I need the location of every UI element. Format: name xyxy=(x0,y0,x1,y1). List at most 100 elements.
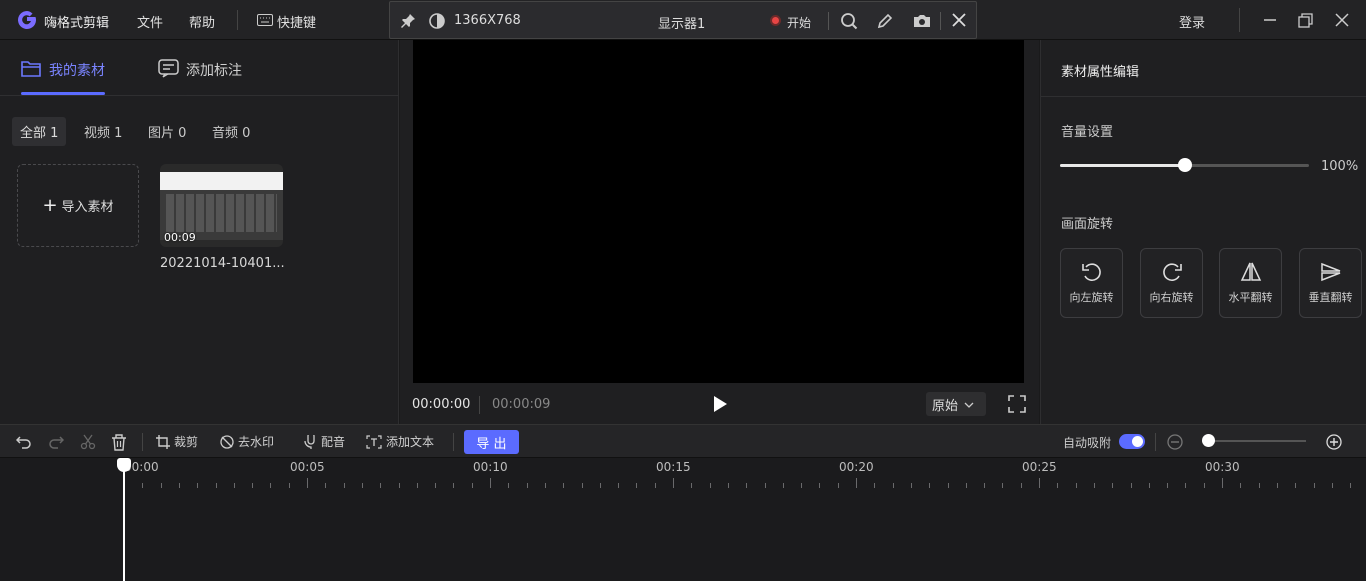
ruler-tick xyxy=(361,483,363,488)
divider xyxy=(142,433,143,451)
camera-icon[interactable] xyxy=(913,12,931,30)
time-ruler[interactable]: 00:00 00:05 00:10 00:15 00:20 00:25 00:30 xyxy=(0,458,1366,492)
redo-icon[interactable] xyxy=(47,433,65,451)
contrast-icon[interactable] xyxy=(428,12,446,30)
properties-title: 素材属性编辑 xyxy=(1061,65,1140,80)
ruler-tick xyxy=(929,483,931,488)
crop-button[interactable]: 裁剪 xyxy=(156,433,198,450)
ruler-tick xyxy=(618,483,620,488)
microphone-icon xyxy=(304,434,315,449)
remove-watermark-button[interactable]: 去水印 xyxy=(220,433,274,450)
resolution-label: 1366X768 xyxy=(454,13,521,28)
ruler-tick xyxy=(1075,483,1077,488)
import-media-button[interactable]: + 导入素材 xyxy=(17,164,139,247)
close-icon[interactable] xyxy=(1334,12,1350,28)
playhead-line[interactable] xyxy=(123,458,125,581)
maximize-icon[interactable] xyxy=(1297,12,1313,28)
flip-vertical-button[interactable]: 垂直翻转 xyxy=(1299,248,1362,318)
rotate-right-button[interactable]: 向右旋转 xyxy=(1140,248,1203,318)
pen-icon[interactable] xyxy=(876,12,894,30)
filter-video[interactable]: 视频 1 xyxy=(84,122,122,141)
crop-label: 裁剪 xyxy=(174,435,199,449)
ruler-tick xyxy=(526,483,528,488)
ruler-tick xyxy=(471,483,473,488)
volume-slider-fill xyxy=(1060,164,1185,167)
menu-help[interactable]: 帮助 xyxy=(189,12,215,31)
ruler-tick xyxy=(581,483,583,488)
ruler-tick xyxy=(782,483,784,488)
close-recorder-icon[interactable] xyxy=(951,12,967,28)
display-select[interactable]: 显示器1 xyxy=(658,13,705,32)
flip-vertical-label: 垂直翻转 xyxy=(1308,291,1353,304)
tab-add-annotation[interactable]: 添加标注 xyxy=(186,60,242,80)
ruler-tick xyxy=(1350,483,1352,488)
media-panel: 我的素材 添加标注 全部 1 视频 1 图片 0 音频 0 + 导入素材 00:… xyxy=(0,40,399,424)
ruler-tick xyxy=(160,483,162,488)
zoom-slider-thumb[interactable] xyxy=(1202,434,1215,447)
ruler-tick xyxy=(252,483,254,488)
media-duration: 00:09 xyxy=(164,231,196,244)
watermark-icon xyxy=(220,434,234,449)
ruler-tick xyxy=(1112,483,1114,488)
fullscreen-icon[interactable] xyxy=(1007,394,1027,414)
divider xyxy=(1155,433,1156,451)
flip-vertical-icon xyxy=(1319,261,1343,283)
zoom-slider[interactable] xyxy=(1202,434,1306,447)
minimize-icon[interactable] xyxy=(1262,12,1278,28)
ruler-tick xyxy=(746,483,748,488)
media-thumbnail[interactable]: 00:09 xyxy=(160,164,283,247)
menu-file[interactable]: 文件 xyxy=(137,12,163,31)
shortcut-button[interactable]: 快捷键 xyxy=(277,12,316,31)
ruler-label: 00:25 xyxy=(1022,460,1057,474)
ruler-tick xyxy=(1185,483,1187,488)
chevron-down-icon xyxy=(964,397,974,412)
ruler-tick xyxy=(1039,478,1040,488)
ruler-tick xyxy=(764,483,766,488)
ruler-tick xyxy=(416,483,418,488)
ruler-tick xyxy=(636,483,638,488)
flip-horizontal-button[interactable]: 水平翻转 xyxy=(1219,248,1282,318)
volume-slider-thumb[interactable] xyxy=(1177,158,1192,172)
snap-toggle[interactable] xyxy=(1119,434,1145,449)
ruler-label: 00:30 xyxy=(1205,460,1240,474)
ruler-tick xyxy=(142,483,144,488)
filter-all[interactable]: 全部 1 xyxy=(12,117,67,146)
pin-icon[interactable] xyxy=(400,13,416,29)
ruler-tick xyxy=(563,483,565,488)
ruler-tick xyxy=(837,483,839,488)
ruler-tick xyxy=(197,483,199,488)
ruler-tick xyxy=(910,483,912,488)
timeline[interactable]: 00:00 00:05 00:10 00:15 00:20 00:25 00:30 xyxy=(0,458,1366,581)
login-button[interactable]: 登录 xyxy=(1179,12,1205,31)
ratio-select[interactable]: 原始 xyxy=(926,392,986,416)
zoom-icon[interactable] xyxy=(840,12,858,30)
zoom-in-icon[interactable] xyxy=(1325,433,1343,451)
tab-my-media[interactable]: 我的素材 xyxy=(49,60,105,80)
ruler-label: 00:20 xyxy=(839,460,874,474)
ruler-tick xyxy=(490,478,491,488)
ruler-tick xyxy=(1295,483,1297,488)
filter-image[interactable]: 图片 0 xyxy=(148,122,186,141)
import-media-label: 导入素材 xyxy=(61,200,114,215)
start-record-button[interactable]: 开始 xyxy=(787,14,811,31)
play-icon[interactable] xyxy=(711,394,729,414)
ruler-tick xyxy=(1222,478,1223,488)
ruler-tick xyxy=(856,478,857,488)
ruler-tick xyxy=(1167,483,1169,488)
dub-button[interactable]: 配音 xyxy=(303,433,345,450)
undo-icon[interactable] xyxy=(15,433,33,451)
export-button[interactable]: 导 出 xyxy=(464,430,519,454)
rotate-left-button[interactable]: 向左旋转 xyxy=(1060,248,1123,318)
filter-audio[interactable]: 音频 0 xyxy=(212,122,250,141)
split-icon[interactable] xyxy=(79,433,97,451)
zoom-out-icon[interactable] xyxy=(1166,433,1184,451)
volume-slider[interactable] xyxy=(1060,158,1309,172)
playhead-handle[interactable] xyxy=(117,458,131,472)
volume-label: 音量设置 xyxy=(1061,125,1114,140)
ruler-label: 00:10 xyxy=(473,460,508,474)
delete-icon[interactable] xyxy=(110,433,128,451)
recorder-bar: 1366X768 显示器1 开始 xyxy=(389,1,977,39)
ruler-tick xyxy=(801,483,803,488)
divider xyxy=(237,10,238,30)
add-text-button[interactable]: 添加文本 xyxy=(366,433,434,450)
